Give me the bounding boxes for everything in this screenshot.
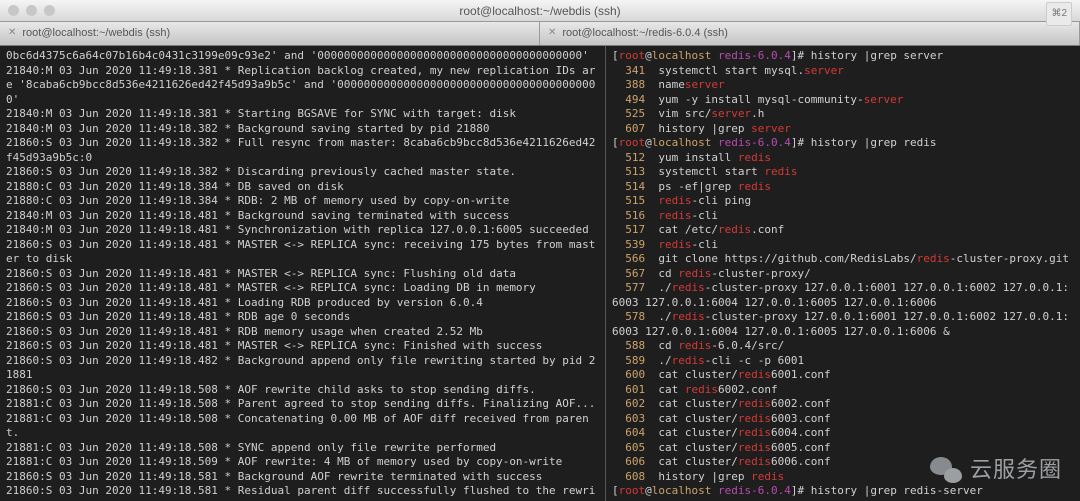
log-line: 21860:S 03 Jun 2020 11:49:18.481 * Loadi… [6,296,599,311]
log-line: 21880:C 03 Jun 2020 11:49:18.384 * RDB: … [6,194,599,209]
traffic-light-close-icon[interactable] [8,5,19,16]
log-line: 21860:S 03 Jun 2020 11:49:18.382 * Full … [6,136,599,165]
watermark-text: 云服务圈 [970,463,1062,478]
history-line: 607 history |grep server [612,122,1074,137]
history-line: 515 redis-cli ping [612,194,1074,209]
prompt-line[interactable]: [root@localhost redis-6.0.4]# history |g… [612,49,1074,64]
traffic-light-zoom-icon[interactable] [44,5,55,16]
traffic-light-minimize-icon[interactable] [26,5,37,16]
history-line: 513 systemctl start redis [612,165,1074,180]
watermark: 云服务圈 [930,457,1062,483]
history-line: 588 cd redis-6.0.4/src/ [612,339,1074,354]
close-icon[interactable]: ✕ [8,26,16,41]
prompt-line[interactable]: [root@localhost redis-6.0.4]# history |g… [612,484,1074,499]
log-line: 21881:C 03 Jun 2020 11:49:18.509 * AOF r… [6,455,599,470]
log-line: 21881:C 03 Jun 2020 11:49:18.508 * Paren… [6,397,599,412]
log-line: 21860:S 03 Jun 2020 11:49:18.481 * RDB a… [6,310,599,325]
log-line: 21860:S 03 Jun 2020 11:49:18.482 * Backg… [6,354,599,383]
log-line: 21840:M 03 Jun 2020 11:49:18.381 * Repli… [6,64,599,108]
tab-bar: ✕ root@localhost:~/webdis (ssh) ✕ root@l… [0,22,1080,46]
history-line: 578 ./redis-cluster-proxy 127.0.0.1:6001… [612,310,1074,339]
window-title-bar: root@localhost:~/webdis (ssh) ⌘2 [0,0,1080,22]
history-line: 494 yum -y install mysql-community-serve… [612,93,1074,108]
history-line: 514 ps -ef|grep redis [612,180,1074,195]
log-line: 21880:C 03 Jun 2020 11:49:18.384 * DB sa… [6,180,599,195]
log-line: 21860:S 03 Jun 2020 11:49:18.481 * MASTE… [6,281,599,296]
terminal-right[interactable]: [root@localhost redis-6.0.4]# history |g… [606,46,1080,501]
log-line: 21860:S 03 Jun 2020 11:49:18.481 * MASTE… [6,267,599,282]
history-line: 601 cat redis6002.conf [612,383,1074,398]
log-line: 21860:S 03 Jun 2020 11:49:18.581 * Backg… [6,470,599,485]
prompt-line[interactable]: [root@localhost redis-6.0.4]# history |g… [612,136,1074,151]
log-line: 21840:M 03 Jun 2020 11:49:18.481 * Backg… [6,209,599,224]
history-line: 517 cat /etc/redis.conf [612,223,1074,238]
split-panes: 0bc6d4375c6a64c07b16b4c0431c3199e09c93e2… [0,46,1080,501]
tab-label: root@localhost:~/redis-6.0.4 (ssh) [562,26,728,41]
history-line: 603 cat cluster/redis6003.conf [612,412,1074,427]
wechat-icon [930,457,962,483]
tab-webdis[interactable]: ✕ root@localhost:~/webdis (ssh) [0,22,540,45]
log-line: 21860:S 03 Jun 2020 11:49:18.481 * RDB m… [6,325,599,340]
log-line: 21860:S 03 Jun 2020 11:49:18.508 * AOF r… [6,383,599,398]
tab-label: root@localhost:~/webdis (ssh) [22,26,170,41]
log-line: 21881:C 03 Jun 2020 11:49:18.508 * SYNC … [6,441,599,456]
history-line: 577 ./redis-cluster-proxy 127.0.0.1:6001… [612,281,1074,310]
window-title: root@localhost:~/webdis (ssh) [459,4,620,18]
log-line: 21840:M 03 Jun 2020 11:49:18.481 * Synch… [6,223,599,238]
log-line: 21881:C 03 Jun 2020 11:49:18.508 * Conca… [6,412,599,441]
history-line: 602 cat cluster/redis6002.conf [612,397,1074,412]
log-line: 21860:S 03 Jun 2020 11:49:18.481 * MASTE… [6,238,599,267]
history-line: 525 vim src/server.h [612,107,1074,122]
history-line: 512 yum install redis [612,151,1074,166]
log-line: 21860:S 03 Jun 2020 11:49:18.481 * MASTE… [6,339,599,354]
history-line: 589 ./redis-cli -c -p 6001 [612,354,1074,369]
history-line: 567 cd redis-cluster-proxy/ [612,267,1074,282]
log-line: 21860:S 03 Jun 2020 11:49:18.581 * Resid… [6,484,599,501]
tab-redis[interactable]: ✕ root@localhost:~/redis-6.0.4 (ssh) [540,22,1080,45]
history-line: 539 redis-cli [612,238,1074,253]
log-line: 0bc6d4375c6a64c07b16b4c0431c3199e09c93e2… [6,49,599,64]
history-line: 566 git clone https://github.com/RedisLa… [612,252,1074,267]
log-line: 21840:M 03 Jun 2020 11:49:18.381 * Start… [6,107,599,122]
history-line: 516 redis-cli [612,209,1074,224]
log-line: 21840:M 03 Jun 2020 11:49:18.382 * Backg… [6,122,599,137]
close-icon[interactable]: ✕ [548,26,556,41]
history-line: 605 cat cluster/redis6005.conf [612,441,1074,456]
history-line: 604 cat cluster/redis6004.conf [612,426,1074,441]
history-line: 341 systemctl start mysql.server [612,64,1074,79]
log-line: 21860:S 03 Jun 2020 11:49:18.382 * Disca… [6,165,599,180]
history-line: 600 cat cluster/redis6001.conf [612,368,1074,383]
history-line: 388 nameserver [612,78,1074,93]
terminal-left[interactable]: 0bc6d4375c6a64c07b16b4c0431c3199e09c93e2… [0,46,606,501]
